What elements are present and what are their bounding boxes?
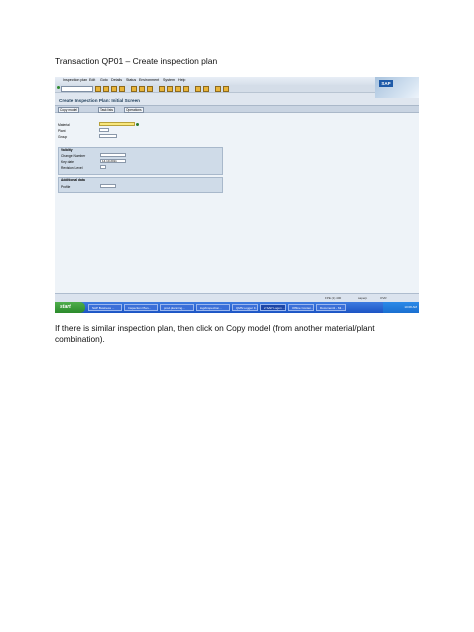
previous-page-icon[interactable] xyxy=(167,86,173,92)
validity-group: Validity Change Number Key date 14.10.20… xyxy=(58,147,223,175)
clock: 10:08 AM xyxy=(404,305,417,309)
windows-taskbar: start SAP Business ... Inspection Plan..… xyxy=(55,302,419,313)
document-heading: Transaction QP01 – Create inspection pla… xyxy=(55,56,218,66)
taskbar-item[interactable]: Inspection Plan... xyxy=(124,304,158,311)
first-page-icon[interactable] xyxy=(159,86,165,92)
group-label: Group xyxy=(58,135,68,139)
find-icon[interactable] xyxy=(139,86,145,92)
revision-level-field[interactable] xyxy=(100,165,106,169)
taskbar-item[interactable]: Offline Conten... xyxy=(288,304,314,311)
last-page-icon[interactable] xyxy=(183,86,189,92)
taskbar-item[interactable]: prod.planning... xyxy=(160,304,194,311)
menu-help[interactable]: Help xyxy=(178,78,185,82)
save-icon[interactable] xyxy=(95,86,101,92)
group-field[interactable] xyxy=(99,134,117,138)
menu-details[interactable]: Details xyxy=(111,78,122,82)
work-area: Material Plant Group Validity Change Num… xyxy=(55,113,419,293)
find-next-icon[interactable] xyxy=(147,86,153,92)
next-page-icon[interactable] xyxy=(175,86,181,92)
exit-icon[interactable] xyxy=(111,86,117,92)
new-session-icon[interactable] xyxy=(195,86,201,92)
plant-label: Plant xyxy=(58,129,66,133)
menu-system[interactable]: System xyxy=(163,78,175,82)
menu-bar: Inspection plan Edit Goto Details Status… xyxy=(55,77,419,85)
taskbar-item[interactable]: SAP Business ... xyxy=(88,304,122,311)
plant-field[interactable] xyxy=(99,128,109,132)
layout-icon[interactable] xyxy=(223,86,229,92)
menu-status[interactable]: Status xyxy=(126,78,136,82)
enter-icon[interactable] xyxy=(57,86,60,89)
start-button[interactable]: start xyxy=(55,302,85,313)
search-help-icon[interactable] xyxy=(136,122,139,126)
status-host: saperp xyxy=(358,296,368,300)
shortcut-icon[interactable] xyxy=(203,86,209,92)
taskbar-item-active[interactable]: 2 SAP Logon ... xyxy=(260,304,286,311)
menu-inspection-plan[interactable]: Inspection plan xyxy=(63,78,87,82)
cancel-icon[interactable] xyxy=(119,86,125,92)
profile-label: Profile xyxy=(61,185,71,189)
application-toolbar: Copy model Task lists Operations xyxy=(55,105,419,113)
command-field[interactable] xyxy=(61,86,93,92)
material-field[interactable] xyxy=(99,122,135,126)
additional-data-group: Additional data Profile xyxy=(58,177,223,193)
screen-title: Create Inspection Plan: Initial Screen xyxy=(59,98,140,103)
status-mode: OVR xyxy=(380,296,387,300)
menu-edit[interactable]: Edit xyxy=(89,78,95,82)
sap-screenshot: Inspection plan Edit Goto Details Status… xyxy=(55,77,419,313)
sap-logo: SAP xyxy=(375,77,419,98)
system-tray: 10:08 AM xyxy=(383,302,419,313)
profile-field[interactable] xyxy=(100,184,116,188)
standard-toolbar xyxy=(55,85,375,93)
additional-data-title: Additional data xyxy=(61,178,85,182)
document-paragraph: If there is similar inspection plan, the… xyxy=(55,323,375,344)
taskbar-item[interactable]: QMS Logger F... xyxy=(232,304,258,311)
change-number-field[interactable] xyxy=(100,153,126,157)
taskbar-item[interactable]: Document1 - Mi... xyxy=(316,304,346,311)
key-date-label: Key date xyxy=(61,160,75,164)
material-label: Material xyxy=(58,123,70,127)
status-sid: FPE (1) 400 xyxy=(325,296,342,300)
taskbar-item[interactable]: log2inspection... xyxy=(196,304,230,311)
sap-logo-text: SAP xyxy=(379,80,393,87)
validity-title: Validity xyxy=(61,148,73,152)
menu-environment[interactable]: Environment xyxy=(139,78,159,82)
help-icon[interactable] xyxy=(215,86,221,92)
change-number-label: Change Number xyxy=(61,154,86,158)
key-date-field[interactable]: 14.10.2011 xyxy=(100,159,126,163)
print-icon[interactable] xyxy=(131,86,137,92)
back-icon[interactable] xyxy=(103,86,109,92)
revision-level-label: Revision Level xyxy=(61,166,83,170)
menu-goto[interactable]: Goto xyxy=(100,78,108,82)
